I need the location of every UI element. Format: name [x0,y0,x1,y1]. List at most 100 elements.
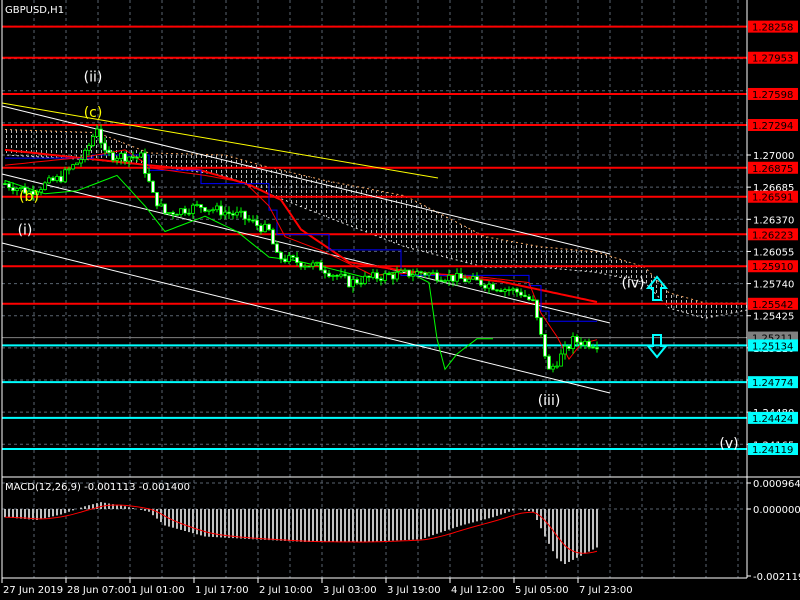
candle-bear [327,272,331,277]
support-level-label: 1.24774 [752,378,793,389]
candle-bear [587,340,591,348]
candle-bear [591,346,595,349]
candle-bear [595,347,599,350]
support-level-label: 1.24119 [752,445,793,456]
wave-label: (iii) [538,393,561,409]
wave-label: (iv) [621,276,644,292]
candle-bear [367,275,371,278]
candle-bear [507,289,511,291]
resistance-level-label: 1.25910 [752,262,793,273]
candle-bear [499,289,503,293]
candle-bull [571,336,575,350]
candle-bear [435,272,439,281]
candle-bear [199,204,203,208]
candle-bull [399,270,403,273]
candle-bull [555,365,559,368]
candle-bear [319,261,323,271]
candle-bear [495,289,499,292]
candle-bull [83,149,87,161]
wave-label: (v) [719,436,738,452]
candle-bear [275,243,279,253]
candle-bull [167,212,171,214]
candle-bull [411,274,415,277]
macd-tick-label: -0.002119 [753,572,800,583]
candle-bull [263,223,267,233]
candle-bull [303,265,307,268]
candle-bull [487,283,491,289]
candle-bear [291,255,295,258]
candle-bear [271,229,275,245]
candle-bull [371,272,375,278]
wave-label: (ii) [84,70,103,86]
candle-bear [3,183,7,185]
wave-label: (c) [84,105,103,121]
candle-bull [91,136,95,146]
candle-bull [315,261,319,264]
candle-bear [579,341,583,346]
price-tick-label: 1.26055 [753,247,794,258]
candle-bear [523,294,527,297]
candle-bear [247,218,251,221]
candle-bull [39,189,43,193]
time-tick-label: 27 Jun 2019 [3,585,63,596]
candle-bull [339,273,343,277]
candle-bull [563,345,567,355]
candle-bull [75,162,79,166]
candle-bull [67,168,71,171]
candle-bear [131,156,135,159]
candle-bear [391,274,395,280]
candle-bear [135,156,139,159]
resistance-level-label: 1.26875 [752,164,793,175]
candle-bear [243,210,247,220]
candle-bear [143,152,147,174]
candle-bull [95,128,99,137]
candle-bull [447,274,451,282]
price-chart[interactable]: (ii) (c) (b) (i) (iii) (iv) (v) 0.000964 0.0000… [0,0,800,600]
candle-bear [187,212,191,215]
candle-bull [191,204,195,214]
candle-bear [355,279,359,284]
candle-bear [295,256,299,263]
candle-bull [43,182,47,190]
candle-bull [215,205,219,211]
candle-bull [427,272,431,276]
time-tick-label: 7 Jul 23:00 [579,585,633,596]
time-tick-label: 1 Jul 01:00 [131,585,185,596]
candle-bull [15,188,19,191]
candle-bear [343,273,347,277]
price-tick-label: 1.26370 [753,215,794,226]
candle-bear [459,273,463,279]
candle-bull [71,164,75,170]
support-level-label: 1.25134 [752,341,793,352]
candle-bear [387,273,391,276]
candle-bear [519,291,523,296]
candle-bull [363,275,367,284]
support-level-label: 1.24424 [752,414,793,425]
candle-bull [115,158,119,161]
candle-bull [351,279,355,288]
candle-bear [11,187,15,191]
candle-bear [491,283,495,291]
price-tick-label: 1.27000 [753,151,794,162]
candle-bull [467,278,471,283]
resistance-level-label: 1.27294 [752,121,793,132]
resistance-level-label: 1.26591 [752,193,793,204]
candle-bear [147,173,151,182]
candle-bear [103,142,107,151]
candle-bear [203,207,207,212]
candle-bull [179,208,183,215]
wave-label: (b) [19,189,39,205]
candle-bull [207,209,211,212]
candle-bear [475,276,479,281]
candle-bear [527,296,531,301]
candle-bear [111,152,115,161]
time-tick-label: 5 Jul 05:00 [515,585,569,596]
candle-bear [515,288,519,293]
candle-bull [47,177,51,184]
candle-bull [511,288,515,291]
time-tick-label: 28 Jun 07:00 [67,585,131,596]
candle-bull [139,152,143,158]
candle-bear [155,192,159,207]
candle-bull [195,204,199,207]
candle-bear [279,251,283,260]
